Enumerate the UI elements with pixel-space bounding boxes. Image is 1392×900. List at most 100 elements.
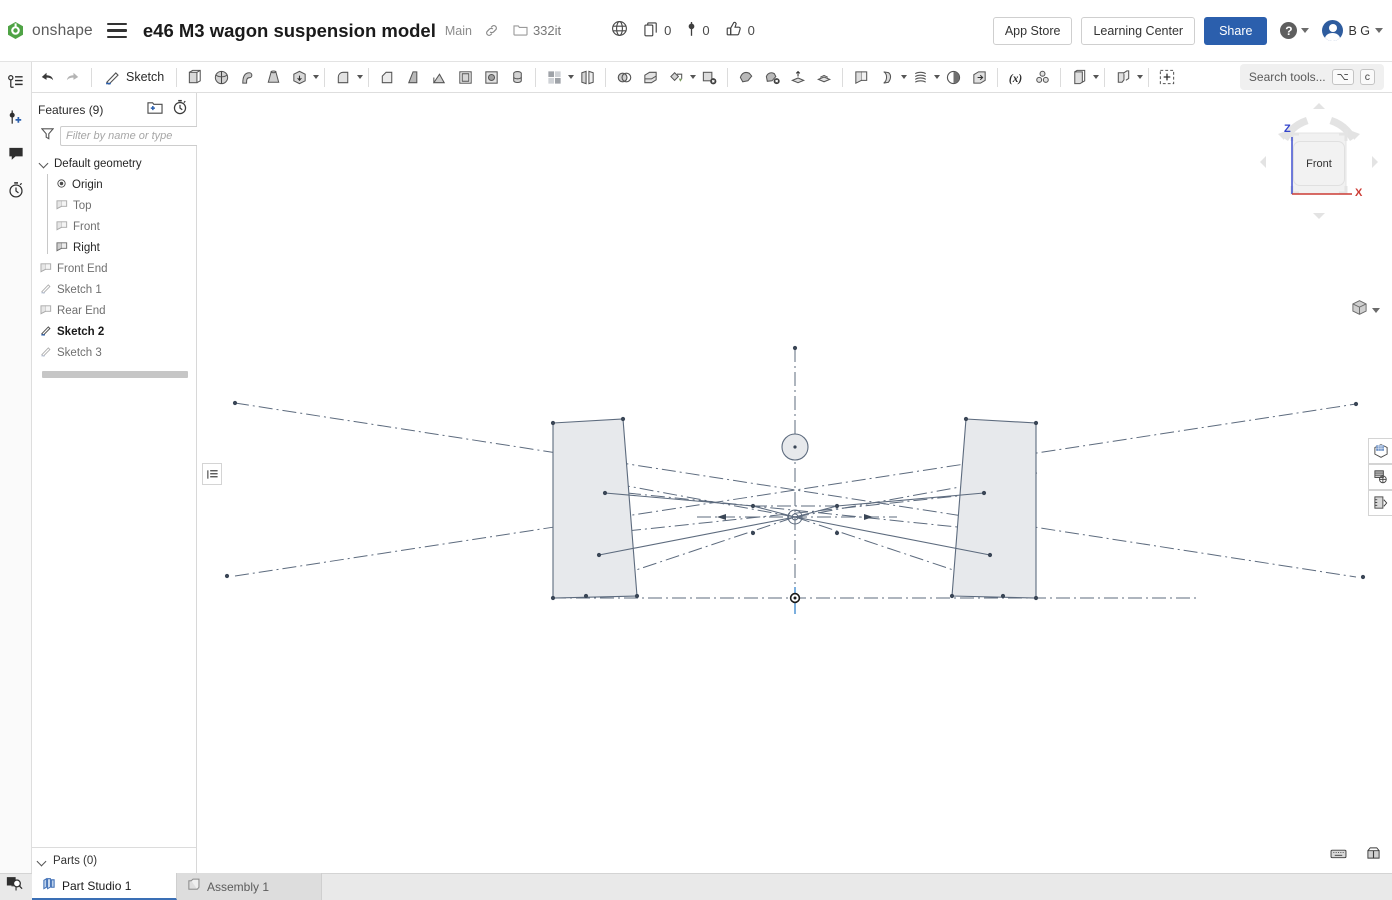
axis-z-label: Z — [1284, 123, 1291, 135]
feature-list-icon[interactable] — [4, 70, 28, 94]
measure-tool-icon[interactable] — [1365, 846, 1382, 865]
share-button[interactable]: Share — [1204, 16, 1268, 45]
derived-icon[interactable] — [1066, 64, 1092, 90]
transform-icon[interactable] — [663, 64, 689, 90]
tree-item-top[interactable]: Top — [36, 195, 196, 216]
assembly-feature-icon[interactable] — [1110, 64, 1136, 90]
shell-icon[interactable] — [452, 64, 478, 90]
chevron-down-icon[interactable] — [38, 857, 47, 866]
move-face-icon[interactable] — [759, 64, 785, 90]
tree-item-default-geometry[interactable]: Default geometry — [36, 153, 196, 174]
sketch-button[interactable]: Sketch — [97, 66, 171, 89]
add-version-icon[interactable] — [4, 106, 28, 130]
render-icon[interactable] — [1368, 464, 1392, 490]
element-search-icon[interactable] — [6, 874, 25, 896]
search-tools-input[interactable]: Search tools... ⌥ c — [1239, 64, 1384, 90]
fillet-icon[interactable] — [330, 64, 356, 90]
tree-item-right[interactable]: Right — [36, 237, 196, 258]
filter-row — [32, 124, 214, 153]
custom-feature-icon[interactable] — [1154, 64, 1180, 90]
delete-face-icon[interactable] — [733, 64, 759, 90]
tree-item-front[interactable]: Front — [36, 216, 196, 237]
offset-surface-icon[interactable] — [785, 64, 811, 90]
tree-item-origin[interactable]: Origin — [36, 174, 196, 195]
history-icon[interactable] — [4, 178, 28, 202]
undo-button[interactable] — [34, 64, 60, 90]
helix-icon[interactable] — [907, 64, 933, 90]
pins-count[interactable]: 0 — [687, 21, 710, 40]
keyboard-shortcuts-icon[interactable] — [1330, 846, 1347, 865]
display-mode-dropdown[interactable] — [1351, 299, 1380, 321]
tree-item-sketch-3[interactable]: Sketch 3 — [36, 342, 196, 363]
branch-label[interactable]: Main — [445, 24, 472, 38]
main-menu-button[interactable] — [106, 22, 127, 39]
chevron-down-icon[interactable] — [1093, 75, 1100, 79]
parts-section[interactable]: Parts (0) — [32, 847, 196, 873]
tree-item-label: Top — [73, 199, 92, 212]
split-icon[interactable] — [637, 64, 663, 90]
tree-item-sketch-1[interactable]: Sketch 1 — [36, 279, 196, 300]
tree-item-label: Default geometry — [54, 157, 142, 170]
mirror-icon[interactable] — [574, 64, 600, 90]
sweep-icon[interactable] — [234, 64, 260, 90]
timer-icon[interactable] — [172, 99, 188, 120]
document-title[interactable]: e46 M3 wagon suspension model — [143, 20, 436, 42]
view-cube-front-face[interactable]: Front — [1293, 141, 1345, 186]
measure-icon[interactable] — [1368, 490, 1392, 516]
app-store-button[interactable]: App Store — [992, 16, 1073, 45]
copies-count[interactable]: 0 — [644, 21, 671, 40]
redo-button[interactable] — [60, 64, 86, 90]
cad-sketch-canvas[interactable] — [197, 93, 1392, 873]
user-menu[interactable]: B G — [1322, 20, 1383, 41]
learning-center-button[interactable]: Learning Center — [1081, 16, 1196, 45]
rib-icon[interactable] — [426, 64, 452, 90]
likes-count[interactable]: 0 — [726, 21, 755, 40]
tree-item-label: Front — [73, 220, 100, 233]
pattern-icon[interactable] — [541, 64, 567, 90]
pin-icon — [687, 21, 696, 40]
extrude-icon[interactable] — [182, 64, 208, 90]
chevron-down-icon[interactable] — [1137, 75, 1144, 79]
extrude-cut-icon[interactable] — [504, 64, 530, 90]
graphics-area[interactable]: Front Z X — [197, 93, 1392, 873]
composite-part-icon[interactable] — [1029, 64, 1055, 90]
appearance-icon[interactable] — [1368, 438, 1392, 464]
new-folder-icon[interactable] — [147, 100, 163, 120]
chamfer-icon[interactable] — [374, 64, 400, 90]
sheet-metal-icon[interactable] — [940, 64, 966, 90]
delete-part-icon[interactable] — [696, 64, 722, 90]
comments-icon[interactable] — [4, 142, 28, 166]
chevron-down-icon[interactable] — [357, 75, 364, 79]
help-icon: ? — [1280, 22, 1298, 39]
link-icon[interactable] — [484, 23, 499, 38]
revolve-icon[interactable] — [208, 64, 234, 90]
hole-icon[interactable] — [478, 64, 504, 90]
curve-icon[interactable] — [874, 64, 900, 90]
folder-breadcrumb[interactable]: 332it — [513, 23, 561, 39]
tree-item-label: Front End — [57, 262, 108, 275]
tab-label: Assembly 1 — [207, 879, 270, 894]
filter-input[interactable] — [60, 126, 214, 146]
globe-icon[interactable] — [611, 20, 628, 42]
chevron-down-icon[interactable] — [313, 75, 320, 79]
tab-part-studio-1[interactable]: Part Studio 1 — [32, 873, 177, 900]
import-icon[interactable] — [966, 64, 992, 90]
draft-icon[interactable] — [400, 64, 426, 90]
copy-icon — [644, 21, 658, 40]
thicken-icon[interactable] — [286, 64, 312, 90]
view-cube[interactable]: Front Z X — [1258, 101, 1380, 223]
filter-icon[interactable] — [40, 127, 55, 145]
tree-item-rear-end[interactable]: Rear End — [36, 300, 196, 321]
plane-icon[interactable] — [848, 64, 874, 90]
help-menu[interactable]: ? — [1280, 22, 1310, 39]
loft-icon[interactable] — [260, 64, 286, 90]
rollback-bar[interactable] — [42, 371, 188, 378]
boolean-icon[interactable] — [611, 64, 637, 90]
variable-icon[interactable]: (x) — [1003, 64, 1029, 90]
onshape-logo[interactable]: onshape — [0, 21, 93, 40]
tree-item-sketch-2[interactable]: Sketch 2 — [36, 321, 196, 342]
tree-item-front-end[interactable]: Front End — [36, 258, 196, 279]
enclose-icon[interactable] — [811, 64, 837, 90]
tab-assembly-1[interactable]: Assembly 1 — [177, 873, 322, 900]
chevron-down-icon[interactable] — [40, 159, 49, 168]
